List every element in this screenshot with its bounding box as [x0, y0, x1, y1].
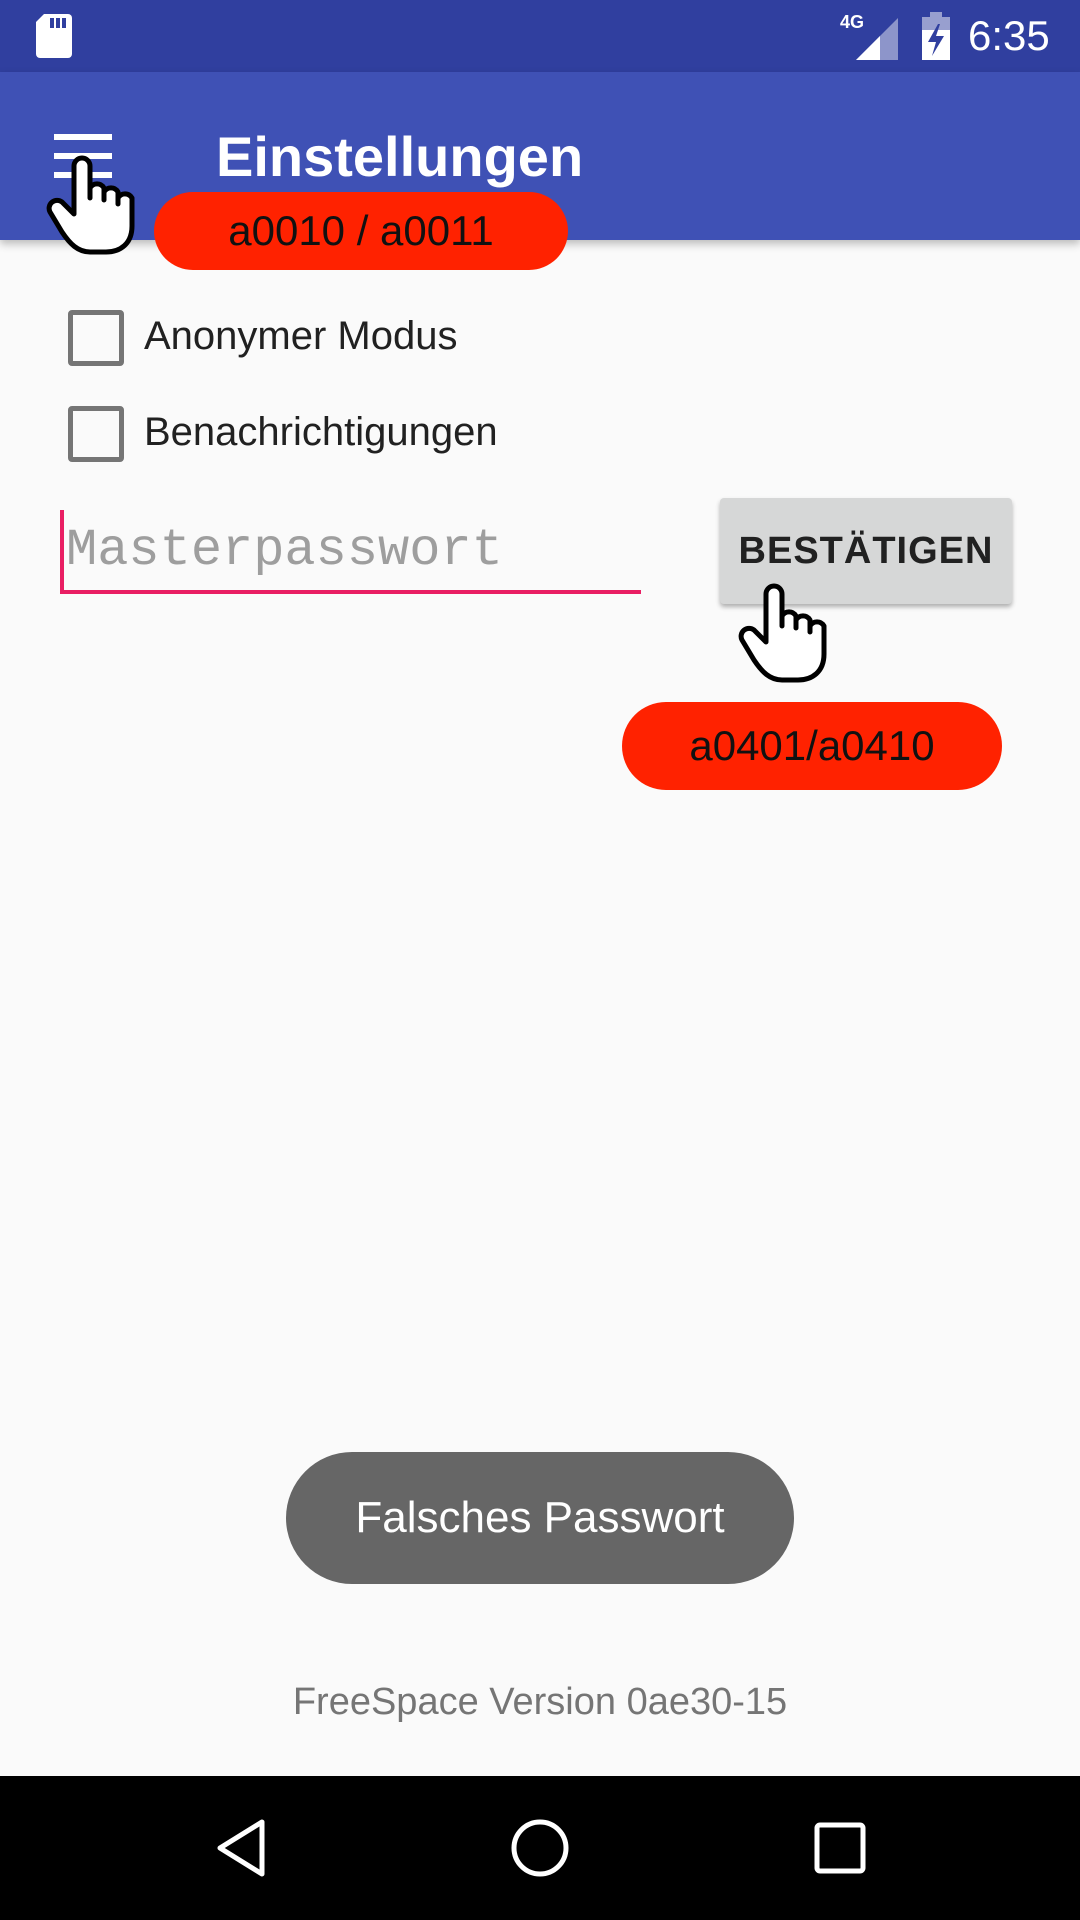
anonymous-mode-label: Anonymer Modus: [144, 314, 458, 358]
notifications-row[interactable]: Benachrichtigungen: [68, 402, 588, 462]
status-bar: 4G 6:35: [0, 0, 1080, 72]
master-password-input[interactable]: [60, 510, 641, 594]
signal-icon: 4G: [840, 12, 898, 60]
back-icon[interactable]: [210, 1816, 274, 1880]
home-icon[interactable]: [508, 1816, 572, 1880]
anonymous-mode-checkbox[interactable]: [68, 310, 124, 366]
sd-card-icon: [36, 14, 72, 58]
recents-icon[interactable]: [808, 1816, 872, 1880]
annotation-label: a0010 / a0011: [154, 192, 568, 270]
version-text: FreeSpace Version 0ae30-15: [292, 1681, 788, 1723]
toast-message: Falsches Passwort: [286, 1452, 794, 1584]
network-type-label: 4G: [840, 12, 864, 32]
annotation-label: a0401/a0410: [622, 702, 1002, 790]
page-title: Einstellungen: [216, 125, 584, 188]
battery-charging-icon: [922, 12, 950, 60]
notifications-label: Benachrichtigungen: [144, 410, 498, 454]
status-clock: 6:35: [968, 12, 1050, 59]
anonymous-mode-row[interactable]: Anonymer Modus: [68, 306, 588, 366]
notifications-checkbox[interactable]: [68, 406, 124, 462]
hand-pointer-icon: [46, 155, 135, 255]
hand-pointer-icon: [738, 583, 827, 683]
navigation-bar: [0, 1776, 1080, 1920]
